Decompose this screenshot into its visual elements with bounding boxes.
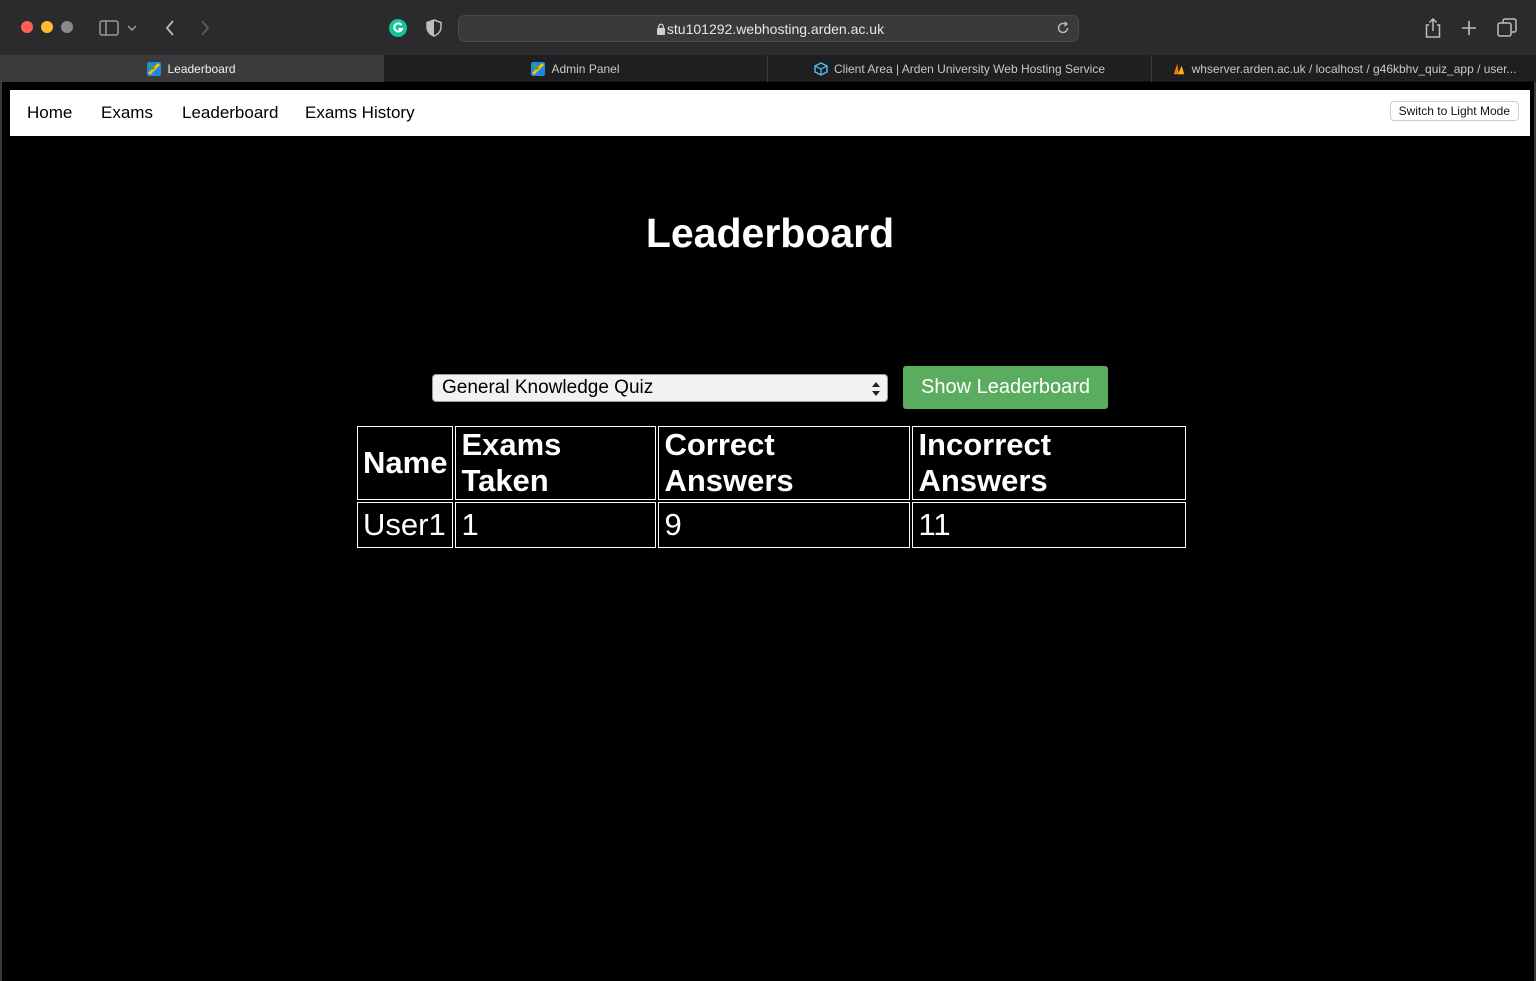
leaderboard-table: Name Exams Taken Correct Answers Incorre…	[355, 424, 1188, 550]
minimize-window-button[interactable]	[41, 21, 53, 33]
column-header-correct-answers: Correct Answers	[658, 426, 911, 500]
forward-icon[interactable]	[193, 16, 217, 40]
tab-label: Client Area | Arden University Web Hosti…	[833, 61, 1105, 76]
privacy-shield-icon[interactable]	[422, 16, 446, 40]
address-bar[interactable]: stu101292.webhosting.arden.ac.uk	[458, 15, 1079, 42]
nav-exams[interactable]: Exams	[101, 103, 153, 123]
page-title: Leaderboard	[645, 210, 895, 256]
site-favicon-icon	[147, 61, 162, 76]
cell-exams-taken: 1	[455, 502, 657, 548]
cell-incorrect-answers: 11	[912, 502, 1187, 548]
quiz-select[interactable]: General Knowledge Quiz	[432, 374, 888, 402]
url-text: stu101292.webhosting.arden.ac.uk	[666, 21, 885, 37]
cell-correct-answers: 9	[658, 502, 911, 548]
close-window-button[interactable]	[21, 21, 33, 33]
column-header-exams-taken: Exams Taken	[455, 426, 657, 500]
browser-toolbar: stu101292.webhosting.arden.ac.uk	[0, 0, 1536, 55]
tab-client-area[interactable]: Client Area | Arden University Web Hosti…	[768, 55, 1152, 82]
tab-overview-icon[interactable]	[1495, 16, 1519, 40]
nav-home[interactable]: Home	[27, 103, 72, 123]
tab-label: Admin Panel	[551, 61, 620, 76]
tab-phpmyadmin[interactable]: whserver.arden.ac.uk / localhost / g46kb…	[1152, 55, 1536, 82]
sidebar-toggle-icon[interactable]	[97, 16, 121, 40]
table-header-row: Name Exams Taken Correct Answers Incorre…	[357, 426, 1187, 500]
share-icon[interactable]	[1421, 16, 1445, 40]
zoom-window-button[interactable]	[61, 21, 73, 33]
grammarly-extension-icon[interactable]	[386, 16, 410, 40]
switch-theme-button[interactable]: Switch to Light Mode	[1389, 101, 1519, 121]
quiz-select-value: General Knowledge Quiz	[442, 377, 654, 398]
show-leaderboard-button[interactable]: Show Leaderboard	[903, 366, 1108, 409]
tab-leaderboard[interactable]: Leaderboard	[0, 55, 384, 82]
column-header-name: Name	[357, 426, 454, 500]
cell-name: User1	[357, 502, 454, 548]
web-page: Home Exams Leaderboard Exams History Swi…	[0, 82, 1536, 981]
phpmyadmin-sail-icon	[1173, 63, 1184, 74]
hosting-cube-icon	[814, 61, 828, 76]
tab-label: Leaderboard	[167, 61, 236, 76]
chevron-down-icon[interactable]	[124, 16, 140, 40]
site-navbar: Home Exams Leaderboard Exams History Swi…	[10, 90, 1530, 136]
table-row: User1 1 9 11	[357, 502, 1187, 548]
nav-leaderboard[interactable]: Leaderboard	[182, 103, 278, 123]
tab-admin-panel[interactable]: Admin Panel	[384, 55, 768, 82]
reload-icon[interactable]	[1056, 21, 1070, 40]
new-tab-icon[interactable]	[1457, 16, 1481, 40]
back-icon[interactable]	[158, 16, 182, 40]
tab-bar: Leaderboard Admin Panel Client Area | Ar…	[0, 55, 1536, 82]
tab-label: whserver.arden.ac.uk / localhost / g46kb…	[1191, 61, 1517, 76]
nav-exams-history[interactable]: Exams History	[305, 103, 415, 123]
select-arrows-icon	[872, 382, 880, 396]
site-favicon-icon	[531, 61, 546, 76]
column-header-incorrect-answers: Incorrect Answers	[912, 426, 1187, 500]
